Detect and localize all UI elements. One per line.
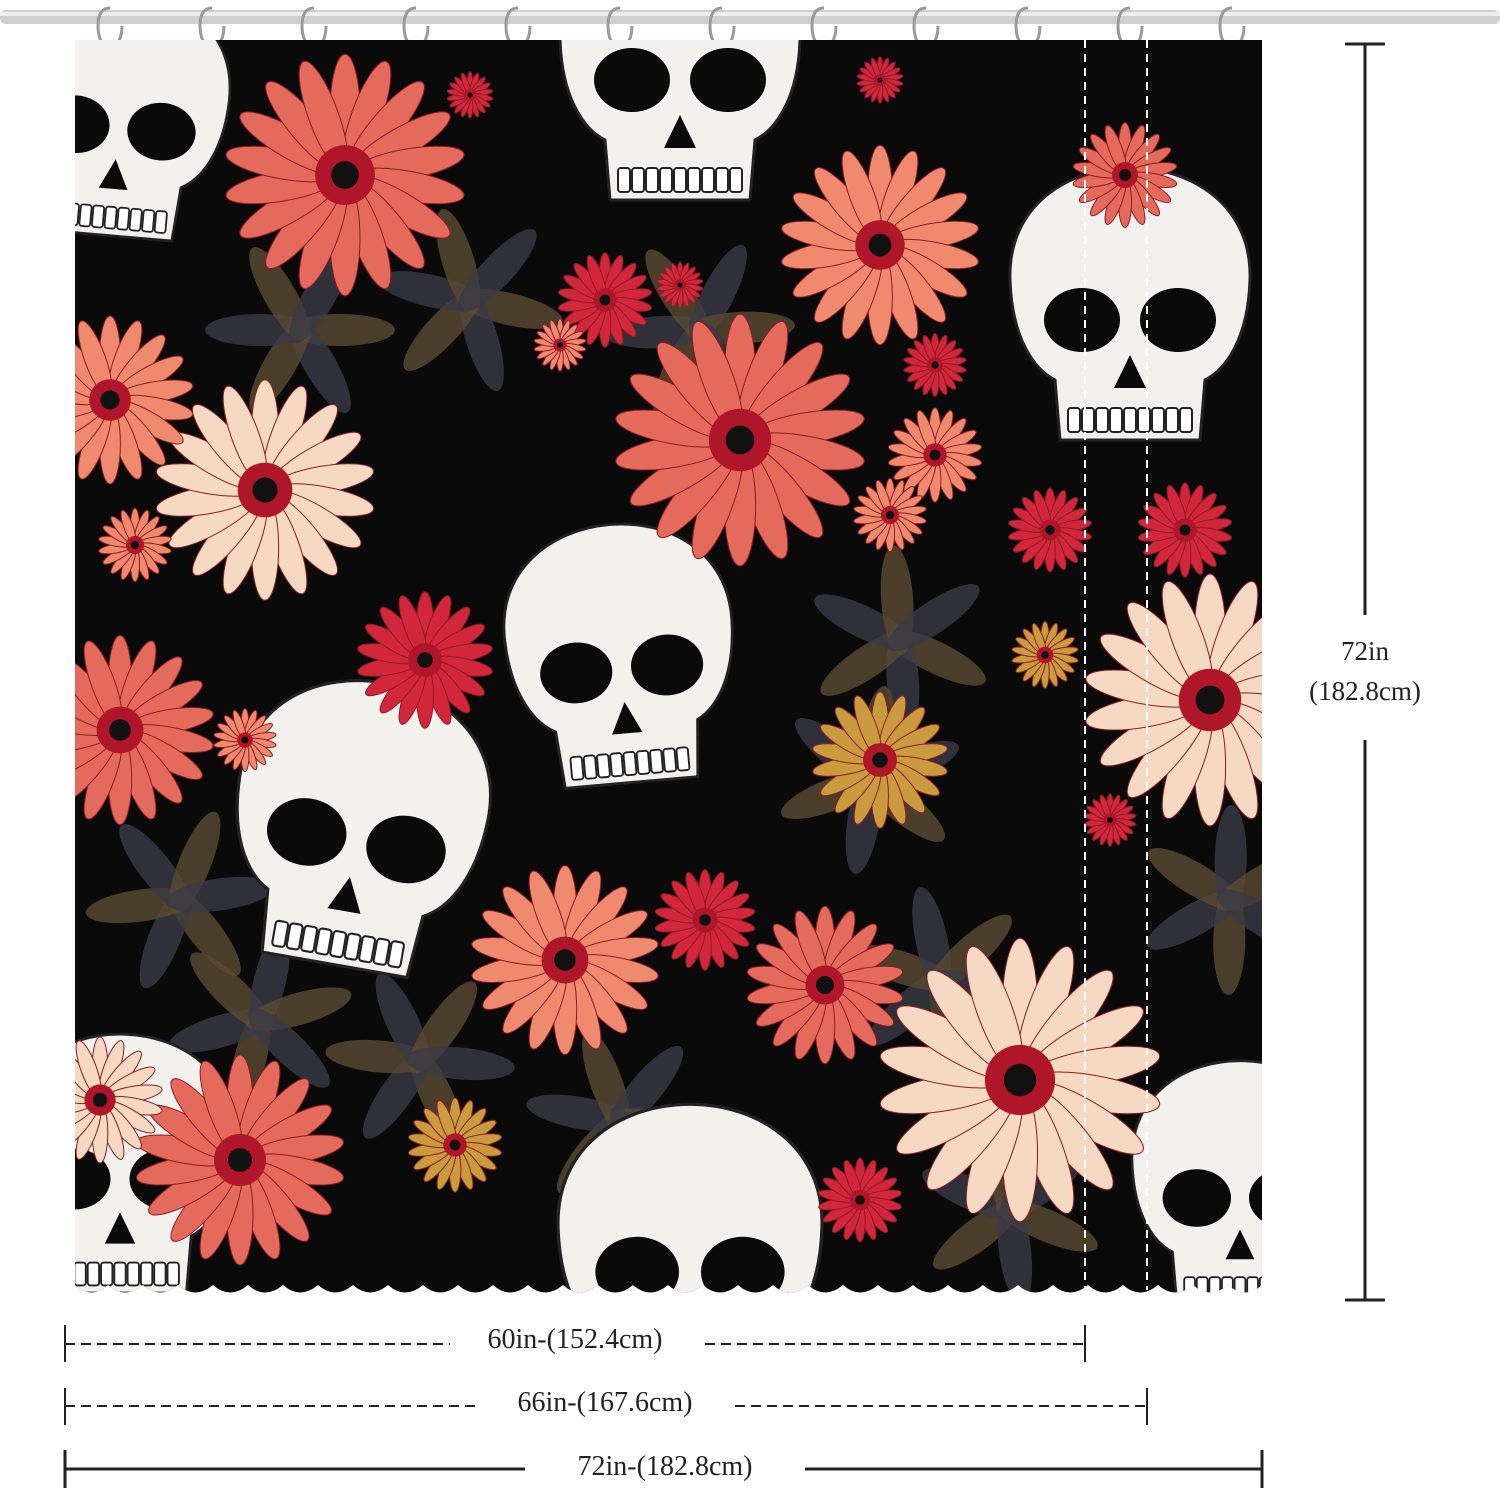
width-60in-label: 60in-(152.4cm): [455, 1324, 695, 1356]
shower-curtain: [75, 40, 1262, 1293]
height-label-inches: 72in: [1315, 636, 1415, 667]
width-72in-label: 72in-(182.8cm): [535, 1451, 795, 1483]
product-illustration: [0, 6, 1500, 1488]
height-label-cm: (182.8cm): [1290, 676, 1440, 707]
width-66in-label: 66in-(167.6cm): [480, 1387, 730, 1419]
height-dimension: [1345, 42, 1385, 1302]
skull: [556, 1102, 824, 1293]
